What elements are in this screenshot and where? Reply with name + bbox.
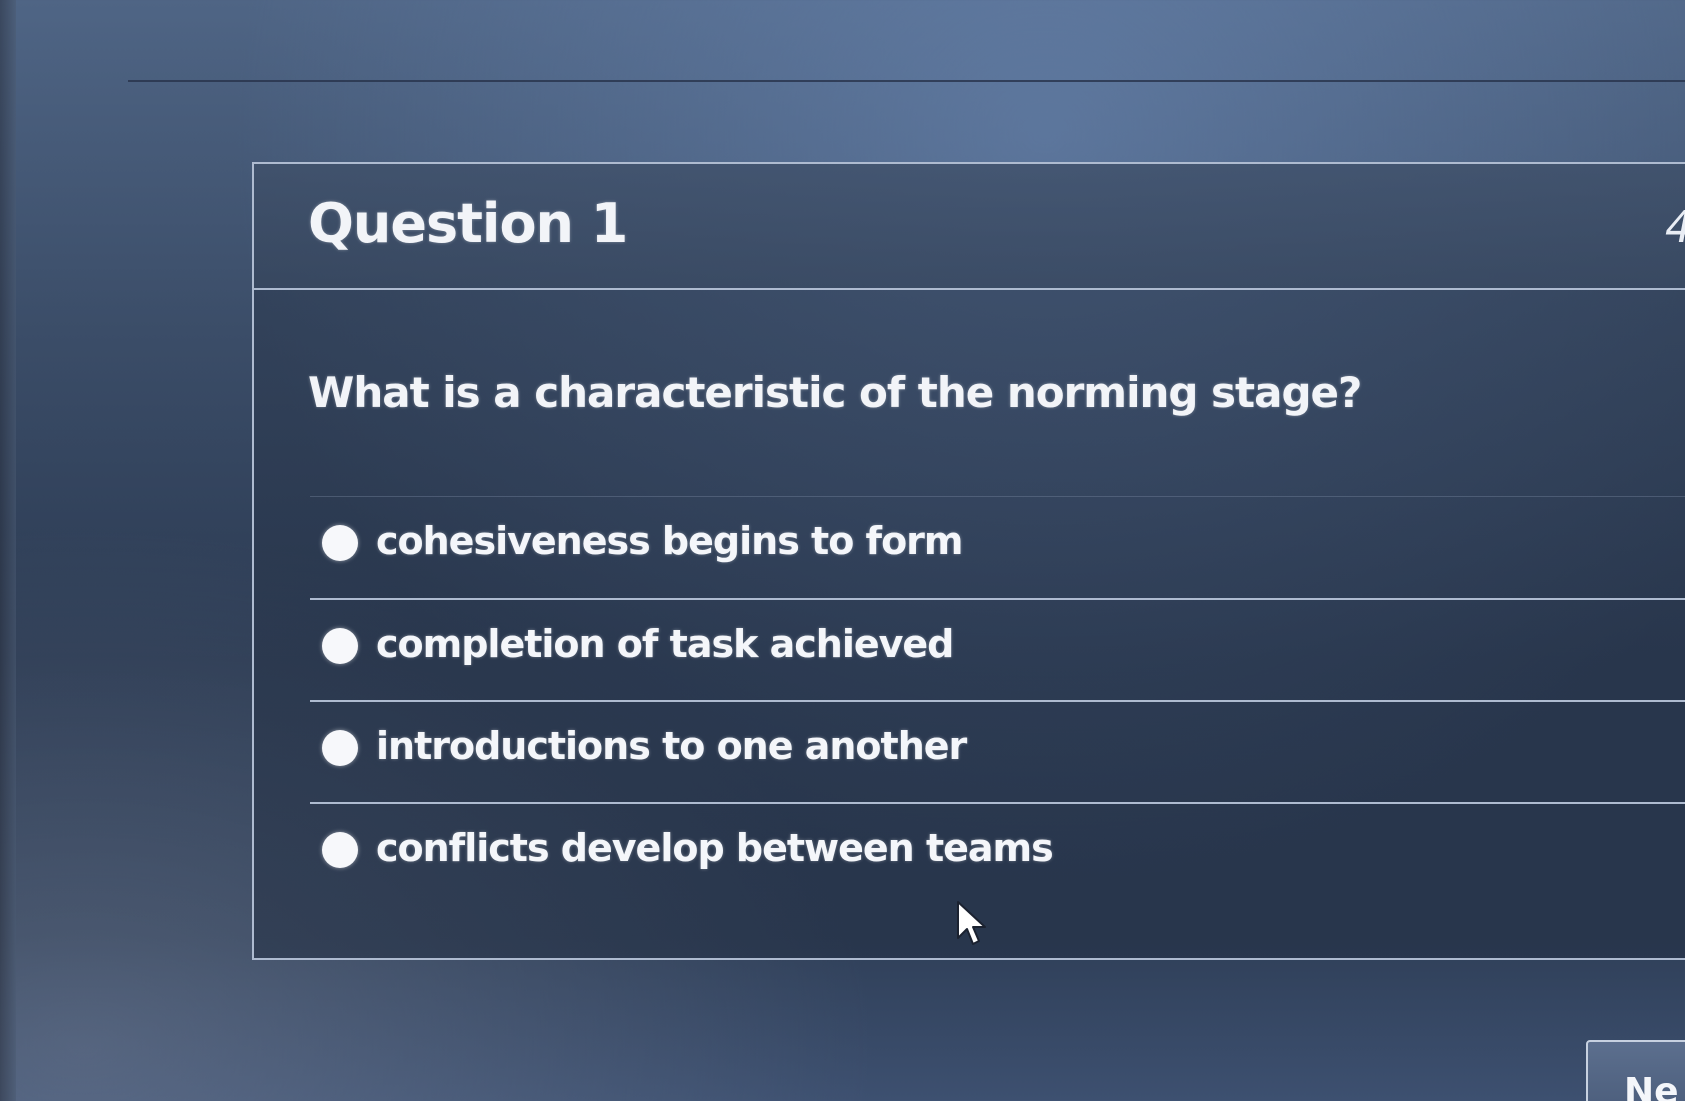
screen-bezel (0, 0, 16, 1101)
answer-label[interactable]: introductions to one another (376, 724, 967, 768)
question-title: Question 1 (308, 192, 628, 255)
mouse-pointer-icon (957, 901, 986, 945)
question-points: 4 (1665, 202, 1685, 253)
radio-button[interactable] (322, 628, 358, 664)
radio-button[interactable] (322, 832, 358, 868)
answer-label[interactable]: conflicts develop between teams (376, 826, 1054, 870)
answer-option[interactable]: completion of task achieved (310, 598, 1685, 700)
top-divider (128, 80, 1685, 82)
question-card: Question 1 4 What is a characteristic of… (252, 162, 1685, 960)
radio-button[interactable] (322, 525, 358, 561)
answer-option[interactable]: introductions to one another (310, 700, 1685, 802)
answer-option[interactable]: cohesiveness begins to form (310, 496, 1685, 598)
answer-list: cohesiveness begins to form completion o… (310, 496, 1685, 904)
answer-option[interactable]: conflicts develop between teams (310, 802, 1685, 904)
answer-label[interactable]: cohesiveness begins to form (376, 519, 964, 563)
next-button[interactable]: Ne (1586, 1040, 1685, 1101)
answer-label[interactable]: completion of task achieved (376, 622, 954, 666)
radio-button[interactable] (322, 730, 358, 766)
question-header: Question 1 4 (254, 164, 1685, 290)
question-text: What is a characteristic of the norming … (308, 368, 1362, 417)
